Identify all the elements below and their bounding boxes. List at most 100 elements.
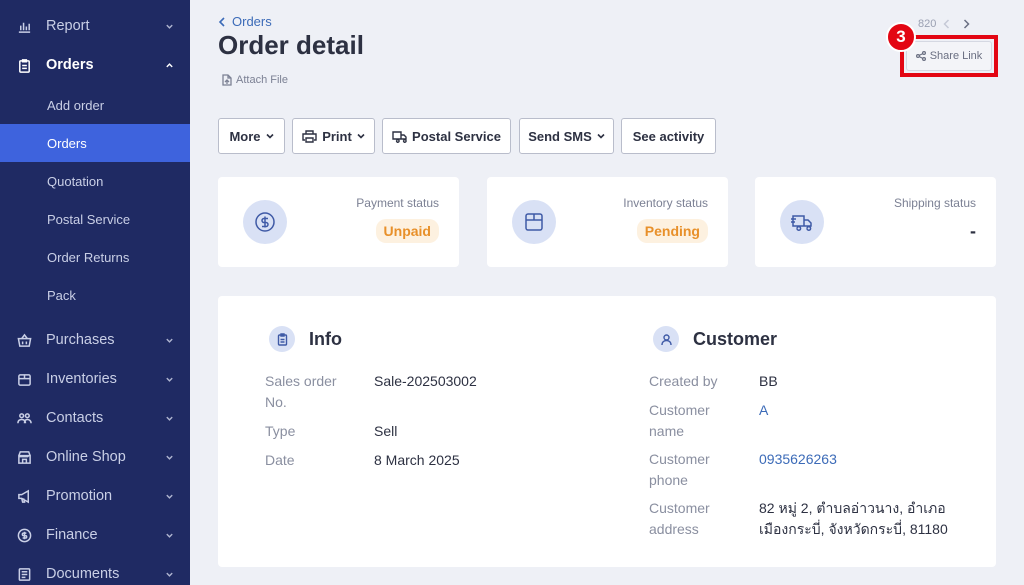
share-link-label: Share Link bbox=[929, 50, 983, 62]
info-title: Info bbox=[309, 328, 342, 349]
basket-icon bbox=[16, 332, 32, 348]
share-link-button[interactable]: Share Link bbox=[906, 41, 992, 71]
chevron-down-icon bbox=[357, 133, 365, 139]
inventory-status-badge: Pending bbox=[636, 219, 708, 243]
people-icon bbox=[16, 410, 32, 426]
sidebar: Report Orders Add order Orders Quotation… bbox=[0, 0, 190, 585]
created-by-value: BB bbox=[759, 373, 778, 389]
box-icon bbox=[16, 371, 32, 387]
sidebar-item-report[interactable]: Report bbox=[0, 7, 190, 45]
breadcrumb-link[interactable]: Orders bbox=[232, 14, 272, 29]
print-label: Print bbox=[322, 128, 352, 144]
date-label: Date bbox=[265, 452, 295, 468]
sidebar-item-finance[interactable]: Finance bbox=[0, 516, 190, 554]
chevron-down-icon bbox=[164, 21, 174, 31]
type-label: Type bbox=[265, 423, 296, 439]
sidebar-item-label: Inventories bbox=[46, 371, 117, 387]
payment-status-badge: Unpaid bbox=[375, 219, 439, 243]
bar-chart-icon bbox=[16, 18, 32, 34]
sidebar-item-label: Contacts bbox=[46, 410, 104, 426]
sidebar-item-inventories[interactable]: Inventories bbox=[0, 360, 190, 398]
sidebar-item-promotion[interactable]: Promotion bbox=[0, 477, 190, 515]
info-section-header: Info bbox=[269, 326, 342, 352]
customer-name-link[interactable]: A bbox=[759, 400, 768, 421]
page-title: Order detail bbox=[218, 30, 364, 60]
chevron-down-icon bbox=[164, 569, 174, 579]
see-activity-button[interactable]: See activity bbox=[621, 118, 716, 154]
order-info-card: Info Customer Sales order No. Sale-20250… bbox=[218, 296, 996, 567]
chevron-left-icon bbox=[218, 16, 225, 27]
chevron-up-icon bbox=[164, 60, 174, 70]
document-icon bbox=[16, 566, 32, 582]
print-dropdown-button[interactable]: Print bbox=[292, 118, 375, 154]
chevron-down-icon bbox=[164, 413, 174, 423]
sidebar-subitem-postal-service[interactable]: Postal Service bbox=[0, 200, 190, 238]
customer-phone-link[interactable]: 0935626263 bbox=[759, 449, 837, 470]
shop-icon bbox=[16, 449, 32, 465]
sidebar-item-contacts[interactable]: Contacts bbox=[0, 399, 190, 437]
send-sms-dropdown-button[interactable]: Send SMS bbox=[519, 118, 614, 154]
clipboard-icon bbox=[269, 326, 295, 352]
customer-address-label: Customer address bbox=[649, 500, 710, 537]
customer-phone-label: Customer phone bbox=[649, 451, 710, 488]
sidebar-subitem-order-returns[interactable]: Order Returns bbox=[0, 238, 190, 276]
sidebar-item-label: Finance bbox=[46, 527, 98, 543]
order-pager: 820 bbox=[918, 18, 976, 30]
truck-icon bbox=[780, 200, 824, 244]
sidebar-item-label: Online Shop bbox=[46, 449, 126, 465]
tutorial-step-badge: 3 bbox=[886, 22, 916, 52]
share-icon bbox=[915, 51, 926, 61]
sidebar-subitem-quotation[interactable]: Quotation bbox=[0, 162, 190, 200]
sidebar-item-purchases[interactable]: Purchases bbox=[0, 321, 190, 359]
user-icon bbox=[653, 326, 679, 352]
printer-icon bbox=[302, 129, 317, 143]
sidebar-item-label: Promotion bbox=[46, 488, 113, 504]
sidebar-item-orders[interactable]: Orders bbox=[0, 46, 190, 84]
sidebar-subitem-add-order[interactable]: Add order bbox=[0, 86, 190, 124]
file-icon bbox=[222, 74, 232, 86]
sidebar-item-documents[interactable]: Documents bbox=[0, 555, 190, 585]
sidebar-subitem-pack[interactable]: Pack bbox=[0, 276, 190, 314]
more-label: More bbox=[229, 128, 261, 144]
shipping-status-card: Shipping status - bbox=[755, 177, 996, 267]
coin-icon bbox=[16, 527, 32, 543]
clipboard-icon bbox=[16, 57, 32, 73]
sidebar-item-label: Orders bbox=[46, 57, 94, 73]
sales-order-no-value: Sale-202503002 bbox=[374, 373, 477, 389]
payment-status-card: Payment status Unpaid bbox=[218, 177, 459, 267]
attach-file-link[interactable]: Attach File bbox=[222, 74, 288, 86]
chevron-right-icon bbox=[963, 19, 970, 29]
sidebar-item-label: Purchases bbox=[46, 332, 115, 348]
customer-section-header: Customer bbox=[653, 326, 777, 352]
chevron-down-icon bbox=[164, 491, 174, 501]
chevron-down-icon bbox=[164, 374, 174, 384]
customer-title: Customer bbox=[693, 328, 778, 349]
chevron-down-icon bbox=[597, 133, 605, 139]
breadcrumb[interactable]: Orders bbox=[218, 14, 272, 29]
truck-icon bbox=[392, 130, 407, 143]
sidebar-subitem-orders[interactable]: Orders bbox=[0, 124, 190, 162]
chevron-down-icon bbox=[265, 133, 274, 139]
pager-text: 820 bbox=[918, 18, 937, 30]
next-order-button[interactable] bbox=[956, 19, 976, 29]
chevron-down-icon bbox=[164, 452, 174, 462]
more-dropdown-button[interactable]: More bbox=[218, 118, 285, 154]
inventory-status-label: Inventory status bbox=[623, 196, 708, 210]
postal-service-label: Postal Service bbox=[412, 128, 501, 144]
shipping-status-value: - bbox=[970, 221, 976, 241]
inventory-status-card: Inventory status Pending bbox=[487, 177, 728, 267]
customer-address-value: 82 หมู่ 2, ตำบลอ่าวนาง, อำเภอเมืองกระบี่… bbox=[759, 500, 948, 537]
chevron-left-icon bbox=[943, 19, 949, 29]
see-activity-label: See activity bbox=[632, 128, 705, 144]
chevron-down-icon bbox=[164, 530, 174, 540]
payment-status-label: Payment status bbox=[356, 196, 439, 210]
attach-file-label: Attach File bbox=[236, 74, 288, 86]
box-icon bbox=[512, 200, 556, 244]
send-sms-label: Send SMS bbox=[528, 128, 592, 144]
sidebar-item-online-shop[interactable]: Online Shop bbox=[0, 438, 190, 476]
prev-order-button[interactable] bbox=[936, 19, 956, 29]
sidebar-item-label: Report bbox=[46, 18, 90, 34]
postal-service-button[interactable]: Postal Service bbox=[382, 118, 511, 154]
dollar-coin-icon bbox=[243, 200, 287, 244]
megaphone-icon bbox=[16, 488, 32, 504]
